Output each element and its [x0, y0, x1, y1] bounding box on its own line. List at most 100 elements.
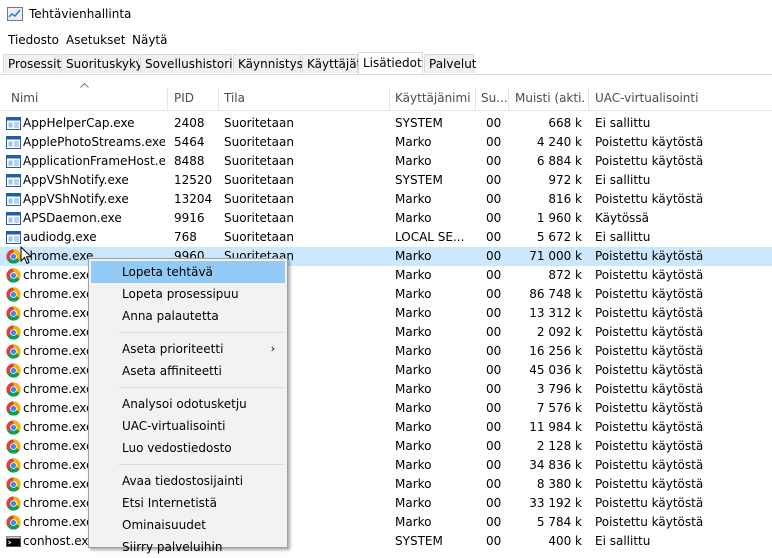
sort-ascending-icon	[80, 83, 89, 88]
app-window-icon	[6, 173, 21, 188]
cell-status: Suoritetaan	[224, 116, 294, 130]
cell-status: Suoritetaan	[224, 154, 294, 168]
menu-view[interactable]: Näytä	[131, 33, 169, 47]
column-header-name[interactable]: Nimi	[11, 91, 161, 105]
cell-uac: Poistettu käytöstä	[595, 268, 704, 282]
column-divider[interactable]	[508, 88, 509, 110]
cell-uac: Poistettu käytöstä	[595, 496, 704, 510]
table-row[interactable]: APSDaemon.exe 9916 Suoritetaan Marko 00 1 960…	[0, 209, 772, 228]
cell-memory: 5 672 k	[536, 230, 582, 244]
cell-memory: 13 312 k	[529, 306, 582, 320]
menu-item-luo-vedostiedosto[interactable]: Luo vedostiedosto	[91, 437, 285, 459]
menu-item-analysoi-odotusketju[interactable]: Analysoi odotusketju	[91, 393, 285, 415]
cell-cpu: 00	[486, 325, 502, 339]
column-header-memory[interactable]: Muisti (akti...	[515, 91, 585, 105]
tab-details[interactable]: Lisätiedot	[358, 52, 423, 74]
chrome-icon	[6, 325, 21, 340]
table-row[interactable]: AppVShNotify.exe 12520 Suoritetaan SYSTEM 00…	[0, 171, 772, 190]
cell-cpu: 00	[486, 116, 502, 130]
cell-cpu: 00	[486, 439, 502, 453]
cell-uac: Poistettu käytöstä	[595, 154, 704, 168]
menu-file[interactable]: Tiedosto	[7, 33, 60, 47]
cell-memory: 668 k	[548, 116, 582, 130]
cell-uac: Poistettu käytöstä	[595, 515, 704, 529]
menu-item-aseta-prioriteetti[interactable]: Aseta prioriteetti ›	[91, 338, 285, 360]
cell-memory: 816 k	[548, 192, 582, 206]
menu-item-lopeta-prosessipuu[interactable]: Lopeta prosessipuu	[91, 283, 285, 305]
menu-settings[interactable]: Asetukset	[65, 33, 126, 47]
menu-item-aseta-affiniteetti[interactable]: Aseta affiniteetti	[91, 360, 285, 382]
menu-item-ominaisuudet[interactable]: Ominaisuudet	[91, 514, 285, 536]
column-divider[interactable]	[218, 88, 219, 110]
table-row[interactable]: audiodg.exe 768 Suoritetaan LOCAL SE... 00 5 …	[0, 228, 772, 247]
column-header-uac[interactable]: UAC-virtualisointi	[595, 91, 755, 105]
cell-pid: 9916	[174, 211, 205, 225]
console-icon	[6, 534, 21, 549]
chrome-icon	[6, 439, 21, 454]
column-header-pid[interactable]: PID	[174, 91, 218, 105]
table-row[interactable]: AppHelperCap.exe 2408 Suoritetaan SYSTEM 00 6…	[0, 114, 772, 133]
menu-item-label: Avaa tiedostosijainti	[122, 474, 244, 488]
menu-item-anna-palautetta[interactable]: Anna palautetta	[91, 305, 285, 327]
cell-cpu: 00	[486, 458, 502, 472]
cell-username: Marko	[395, 477, 432, 491]
title-bar: Tehtävienhallinta	[0, 0, 772, 30]
cell-cpu: 00	[486, 306, 502, 320]
tab-startup[interactable]: Käynnistys	[233, 54, 303, 73]
cell-pid: 5464	[174, 135, 205, 149]
chrome-icon	[6, 458, 21, 473]
column-header-cpu[interactable]: Su...	[481, 91, 507, 105]
cell-uac: Poistettu käytöstä	[595, 477, 704, 491]
column-divider[interactable]	[167, 88, 168, 110]
table-row[interactable]: AppVShNotify.exe 13204 Suoritetaan Marko 00 8…	[0, 190, 772, 209]
column-header-status[interactable]: Tila	[224, 91, 384, 105]
menu-item-siirry-palveluihin[interactable]: Siirry palveluihin	[91, 536, 285, 558]
cell-username: Marko	[395, 268, 432, 282]
menu-item-uac-virtualisointi[interactable]: UAC-virtualisointi	[91, 415, 285, 437]
cell-cpu: 00	[486, 211, 502, 225]
menu-item-lopeta-tehtava[interactable]: Lopeta tehtävä	[91, 261, 285, 283]
chrome-icon	[6, 515, 21, 530]
cell-username: Marko	[395, 420, 432, 434]
tab-processes[interactable]: Prosessit	[3, 54, 61, 73]
cell-username: Marko	[395, 211, 432, 225]
menu-item-etsi-internetista[interactable]: Etsi Internetistä	[91, 492, 285, 514]
cell-memory: 71 000 k	[529, 249, 582, 263]
cell-name: AppVShNotify.exe	[23, 192, 129, 206]
menu-item-label: Analysoi odotusketju	[122, 397, 247, 411]
cell-memory: 34 836 k	[529, 458, 582, 472]
tab-performance[interactable]: Suorituskyky	[61, 54, 143, 73]
menu-item-avaa-tiedostosijainti[interactable]: Avaa tiedostosijainti	[91, 470, 285, 492]
cell-memory: 8 380 k	[536, 477, 582, 491]
cell-uac: Poistettu käytöstä	[595, 192, 704, 206]
tab-users[interactable]: Käyttäjät	[302, 54, 361, 73]
tab-services[interactable]: Palvelut	[424, 54, 477, 73]
cell-username: Marko	[395, 344, 432, 358]
cell-username: Marko	[395, 458, 432, 472]
cell-cpu: 00	[486, 154, 502, 168]
cell-uac: Poistettu käytöstä	[595, 363, 704, 377]
cell-uac: Poistettu käytöstä	[595, 325, 704, 339]
cell-memory: 400 k	[548, 534, 582, 548]
task-manager-icon	[7, 7, 23, 21]
cell-username: SYSTEM	[395, 116, 443, 130]
app-window-icon	[6, 154, 21, 169]
table-row[interactable]: ApplePhotoStreams.exe 5464 Suoritetaan Mark…	[0, 133, 772, 152]
cell-name: ApplicationFrameHost.exe	[23, 154, 165, 168]
column-header-username[interactable]: Käyttäjänimi	[395, 91, 473, 105]
cell-cpu: 00	[486, 363, 502, 377]
column-divider[interactable]	[389, 88, 390, 110]
tab-app-history[interactable]: Sovellushistoria	[140, 54, 240, 73]
cell-uac: Ei sallittu	[595, 230, 651, 244]
cell-uac: Poistettu käytöstä	[595, 401, 704, 415]
tab-strip: Prosessit Suorituskyky Sovellushistoria …	[0, 52, 772, 75]
cell-pid: 13204	[174, 192, 213, 206]
cell-uac: Poistettu käytöstä	[595, 382, 704, 396]
column-divider[interactable]	[475, 88, 476, 110]
table-row[interactable]: ApplicationFrameHost.exe 8488 Suoritetaan M…	[0, 152, 772, 171]
cell-status: Suoritetaan	[224, 211, 294, 225]
cell-memory: 7 576 k	[536, 401, 582, 415]
cell-status: Suoritetaan	[224, 192, 294, 206]
menu-item-label: Etsi Internetistä	[122, 496, 217, 510]
column-divider[interactable]	[588, 88, 589, 110]
